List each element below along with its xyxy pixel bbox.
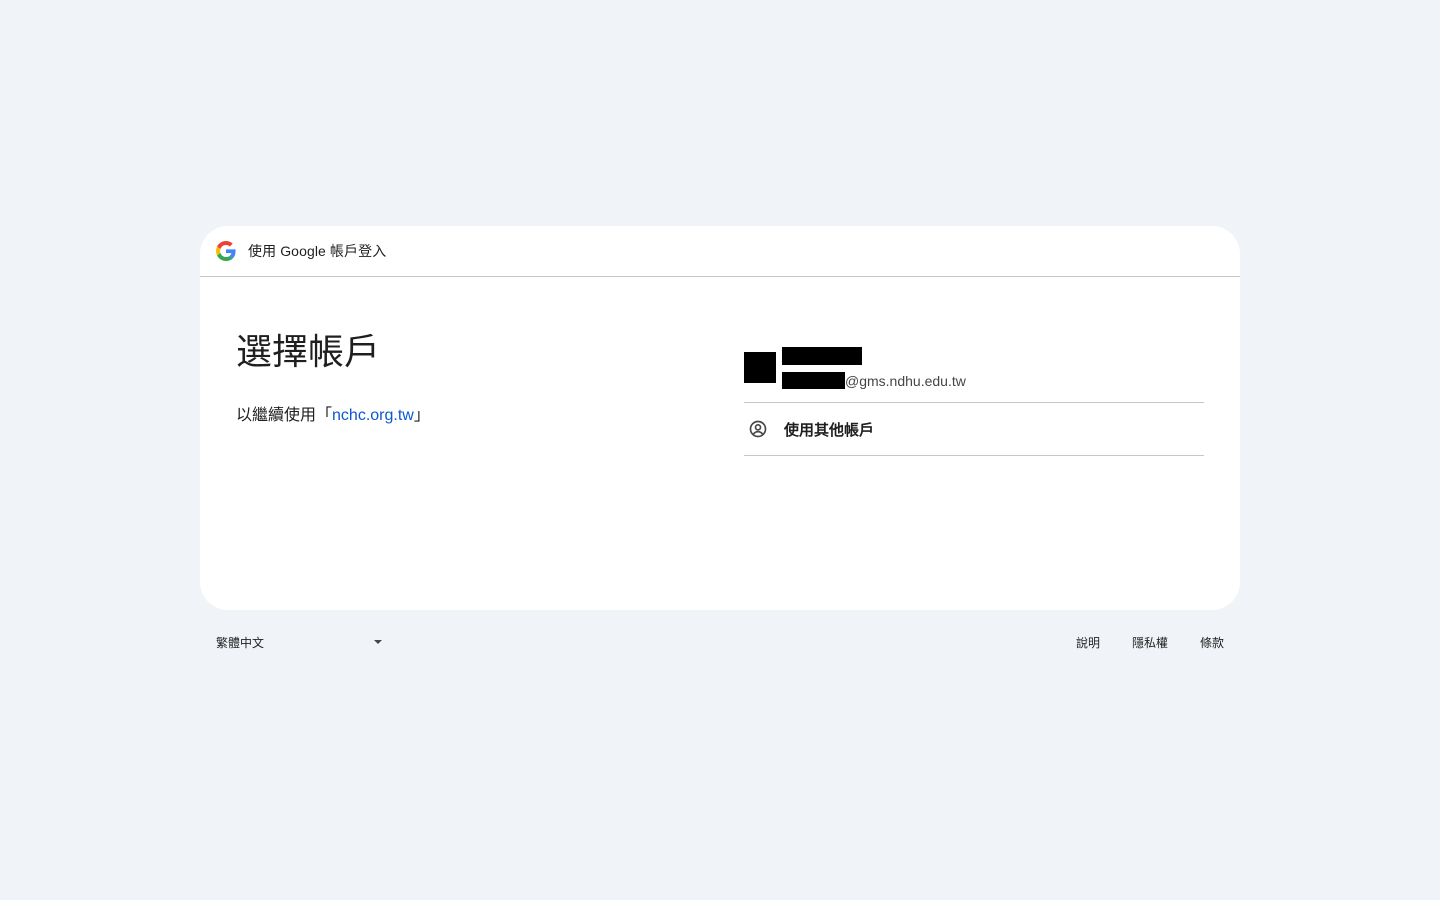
subtext-prefix: 以繼續使用「 <box>236 407 333 424</box>
left-column: 選擇帳戶 以繼續使用「nchc.org.tw」 <box>236 330 696 428</box>
card-header: 使用 Google 帳戶登入 <box>200 226 1240 277</box>
footer: 繁體中文 說明 隱私權 條款 <box>200 626 1240 658</box>
subtext-suffix: 」 <box>413 407 430 424</box>
app-link[interactable]: nchc.org.tw <box>332 407 414 424</box>
account-circle-icon <box>749 420 767 438</box>
privacy-link[interactable]: 隱私權 <box>1132 634 1168 651</box>
language-select[interactable]: 繁體中文 <box>216 634 384 651</box>
account-list: @gms.ndhu.edu.tw 使用其他帳戶 <box>744 339 1204 456</box>
help-link[interactable]: 說明 <box>1076 634 1100 651</box>
terms-link[interactable]: 條款 <box>1200 634 1224 651</box>
page-title: 選擇帳戶 <box>236 331 381 372</box>
avatar <box>744 352 776 383</box>
header-title: 使用 Google 帳戶登入 <box>248 243 387 259</box>
footer-links: 說明 隱私權 條款 <box>1044 634 1224 651</box>
account-name-redacted <box>782 347 862 365</box>
sign-in-card: 使用 Google 帳戶登入 選擇帳戶 以繼續使用「nchc.org.tw」 @… <box>200 226 1240 610</box>
language-label: 繁體中文 <box>216 636 265 650</box>
google-g-icon <box>216 241 236 261</box>
account-email: @gms.ndhu.edu.tw <box>782 372 966 389</box>
email-domain: @gms.ndhu.edu.tw <box>845 372 966 389</box>
caret-down-icon <box>374 640 382 644</box>
continue-to-text: 以繼續使用「nchc.org.tw」 <box>236 404 696 428</box>
account-item[interactable]: @gms.ndhu.edu.tw <box>744 339 1204 403</box>
use-another-account-button[interactable]: 使用其他帳戶 <box>744 403 1204 456</box>
use-another-account-label: 使用其他帳戶 <box>784 421 875 439</box>
email-user-redacted <box>782 372 845 389</box>
